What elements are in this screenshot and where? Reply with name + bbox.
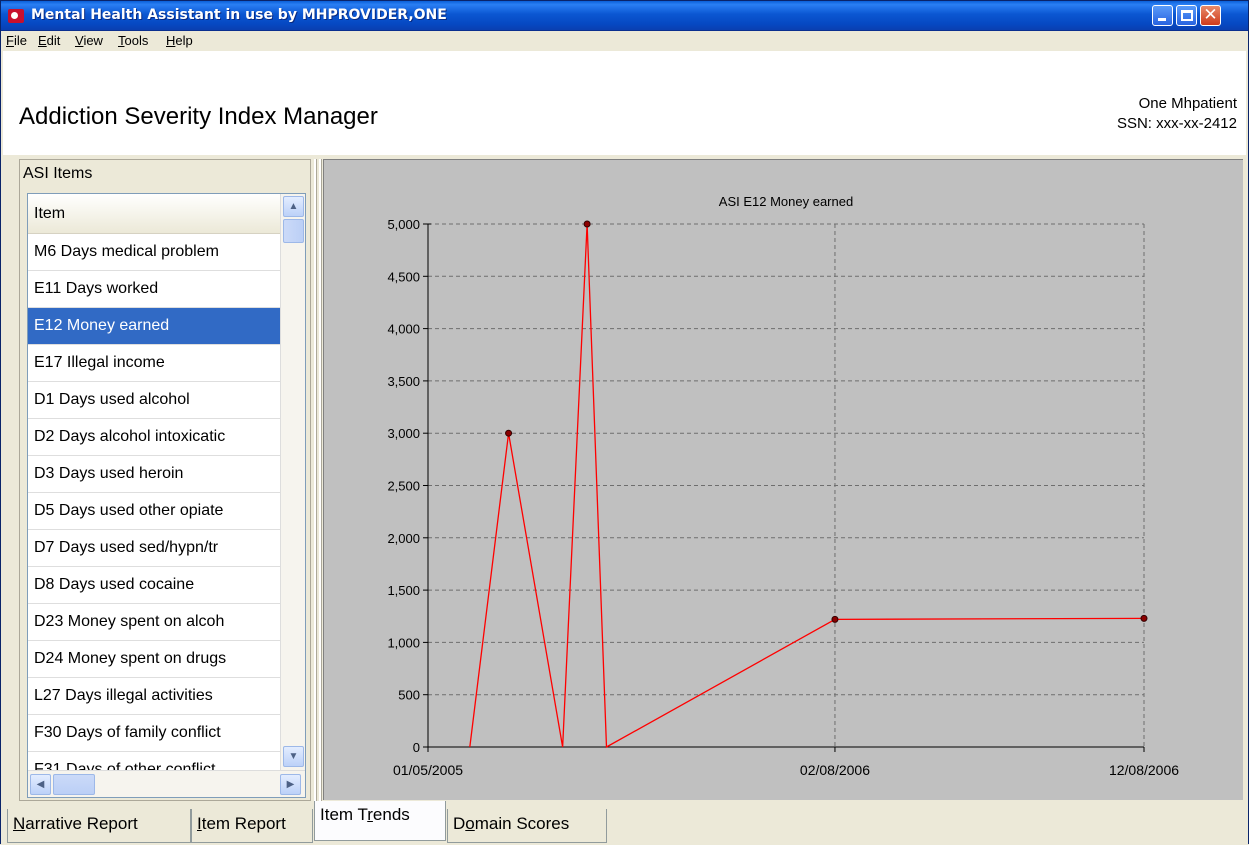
list-item-label: D8 Days used cocaine <box>34 576 195 593</box>
list-item[interactable]: D1 Days used alcohol <box>28 382 280 419</box>
close-button[interactable]: ✕ <box>1200 5 1221 26</box>
y-tick-label: 4,000 <box>387 322 420 337</box>
data-point <box>831 615 839 623</box>
list-item-label: D3 Days used heroin <box>34 465 184 482</box>
report-tabs: Narrative Report Item Report Item Trends… <box>1 801 1248 845</box>
y-tick-label: 500 <box>398 688 420 703</box>
y-tick-label: 0 <box>413 740 420 755</box>
vertical-scrollbar[interactable]: ▲ ▼ <box>280 194 305 770</box>
tab-item-trends[interactable]: Item Trends <box>314 801 446 841</box>
chart-title: ASI E12 Money earned <box>719 194 853 209</box>
app-icon[interactable] <box>8 9 24 23</box>
list-item-label: D23 Money spent on alcoh <box>34 613 225 630</box>
list-item-label: D24 Money spent on drugs <box>34 650 227 667</box>
scroll-down-icon[interactable]: ▼ <box>283 746 304 767</box>
y-tick-label: 2,500 <box>387 479 420 494</box>
scroll-left-icon[interactable]: ◀ <box>30 774 51 795</box>
list-item[interactable]: D24 Money spent on drugs <box>28 641 280 678</box>
list-item-label: M6 Days medical problem <box>34 243 219 260</box>
list-item-label: D5 Days used other opiate <box>34 502 224 519</box>
list-item[interactable]: M6 Days medical problem <box>28 234 280 271</box>
tab-item-report[interactable]: Item Report <box>191 809 313 843</box>
list-item[interactable]: L27 Days illegal activities <box>28 678 280 715</box>
data-point <box>583 220 591 228</box>
y-tick-label: 4,500 <box>387 269 420 284</box>
tab-domain-scores[interactable]: Domain Scores <box>447 809 607 843</box>
list-item[interactable]: D8 Days used cocaine <box>28 567 280 604</box>
data-point <box>1140 614 1148 622</box>
tab-narrative-report[interactable]: Narrative Report <box>7 809 191 843</box>
patient-name: One Mhpatient <box>1138 95 1237 112</box>
y-tick-label: 5,000 <box>387 217 420 232</box>
list-item-label: D1 Days used alcohol <box>34 391 190 408</box>
list-item[interactable]: D3 Days used heroin <box>28 456 280 493</box>
patient-ssn: SSN: xxx-xx-2412 <box>1116 115 1237 132</box>
data-point <box>505 429 513 437</box>
close-icon: ✕ <box>1203 5 1218 25</box>
y-tick-label: 3,000 <box>387 426 420 441</box>
list-item[interactable]: D2 Days alcohol intoxicatic <box>28 419 280 456</box>
scroll-up-icon[interactable]: ▲ <box>283 196 304 217</box>
list-item[interactable]: F30 Days of family conflict <box>28 715 280 752</box>
trend-chart: ASI E12 Money earned 0 500 1,000 1,500 2,000 2… <box>387 194 1179 778</box>
list-item-label: E17 Illegal income <box>34 354 165 371</box>
vertical-scroll-thumb[interactable] <box>283 219 304 243</box>
list-item[interactable]: D7 Days used sed/hypn/tr <box>28 530 280 567</box>
application-window: Mental Health Assistant in use by MHPROV… <box>0 0 1249 845</box>
title-bar[interactable]: Mental Health Assistant in use by MHPROV… <box>1 1 1248 31</box>
maximize-icon <box>1181 10 1193 21</box>
y-tick-label: 2,000 <box>387 531 420 546</box>
x-tick-label: 12/08/2006 <box>1109 762 1179 778</box>
list-item-label: F30 Days of family conflict <box>34 724 221 741</box>
list-item-label: D7 Days used sed/hypn/tr <box>34 539 219 556</box>
y-tick-label: 3,500 <box>387 374 420 389</box>
x-tick-label: 02/08/2006 <box>800 762 870 778</box>
horizontal-scroll-thumb[interactable] <box>53 774 95 795</box>
horizontal-scrollbar[interactable]: ◀ ▶ <box>28 770 305 797</box>
list-item-label: E11 Days worked <box>34 280 159 297</box>
trend-chart-panel: ASI E12 Money earned 0 500 1,000 1,500 2,000 2… <box>323 159 1243 800</box>
header-panel: Addiction Severity Index Manager One Mhp… <box>3 51 1246 155</box>
list-item[interactable]: E11 Days worked <box>28 271 280 308</box>
column-header-item[interactable]: Item <box>28 194 280 234</box>
list-item-label: E12 Money earned <box>34 317 170 334</box>
menu-file[interactable]: File <box>6 33 27 48</box>
maximize-button[interactable] <box>1176 5 1197 26</box>
asi-items-title: ASI Items <box>23 165 93 182</box>
minimize-icon <box>1158 18 1166 21</box>
list-item[interactable]: E12 Money earned <box>28 308 280 345</box>
menu-help[interactable]: Help <box>166 33 193 48</box>
minimize-button[interactable] <box>1152 5 1173 26</box>
menu-view[interactable]: View <box>75 33 103 48</box>
y-tick-label: 1,500 <box>387 583 420 598</box>
asi-items-list[interactable]: Item M6 Days medical problem E11 Days wor… <box>27 193 306 798</box>
list-item[interactable]: D5 Days used other opiate <box>28 493 280 530</box>
menu-edit[interactable]: Edit <box>38 33 60 48</box>
list-item[interactable]: E17 Illegal income <box>28 345 280 382</box>
window-title: Mental Health Assistant in use by MHPROV… <box>31 7 447 23</box>
page-title: Addiction Severity Index Manager <box>19 103 378 130</box>
x-tick-label: 01/05/2005 <box>393 762 463 778</box>
menu-tools[interactable]: Tools <box>118 33 148 48</box>
y-tick-label: 1,000 <box>387 635 420 650</box>
menu-bar: File Edit View Tools Help <box>1 31 1248 51</box>
list-item[interactable]: D23 Money spent on alcoh <box>28 604 280 641</box>
scroll-right-icon[interactable]: ▶ <box>280 774 301 795</box>
list-item-label: L27 Days illegal activities <box>34 687 213 704</box>
list-item-label: D2 Days alcohol intoxicatic <box>34 428 226 445</box>
